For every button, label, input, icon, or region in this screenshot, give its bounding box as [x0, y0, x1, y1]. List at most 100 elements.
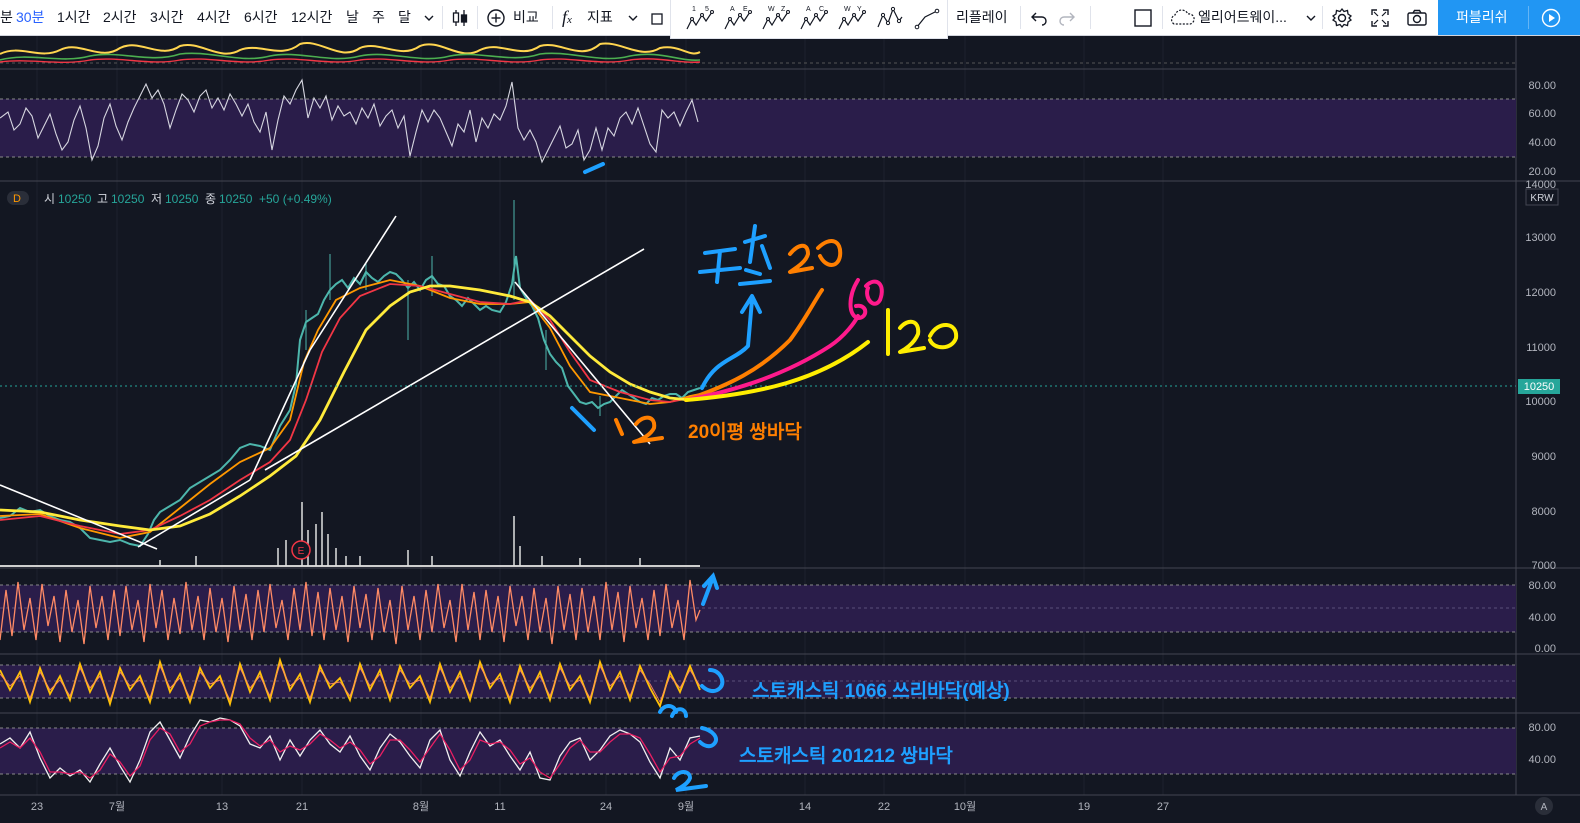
svg-text:24: 24: [600, 801, 612, 813]
svg-text:W: W: [844, 6, 851, 13]
svg-text:12000: 12000: [1525, 287, 1556, 299]
last-price-tag: 10250: [1518, 379, 1560, 394]
svg-text:A: A: [1541, 802, 1548, 813]
select-layout-checkbox-icon[interactable]: [1133, 0, 1153, 35]
svg-text:8월: 8월: [413, 800, 429, 813]
annotation-stoch-201212: 스토캐스틱 201212 쌍바닥: [739, 745, 953, 767]
svg-text:14: 14: [799, 801, 811, 813]
svg-text:E: E: [743, 6, 748, 13]
indicators-chevron-down-icon[interactable]: [628, 0, 638, 35]
interval-day[interactable]: 날: [346, 0, 359, 35]
interval-month[interactable]: 달: [398, 0, 411, 35]
play-circle-icon[interactable]: [1541, 8, 1561, 31]
candlestick-chart-type-icon[interactable]: [450, 0, 470, 35]
interval-week[interactable]: 주: [372, 0, 385, 35]
chart-area[interactable]: E 20이평 쌍바닥 D 시 10250 고 10250 저 10250 종 1…: [0, 36, 1580, 823]
svg-text:고: 고: [97, 192, 108, 206]
gear-icon[interactable]: [1331, 0, 1353, 35]
svg-text:+50 (+0.49%): +50 (+0.49%): [259, 192, 332, 206]
head-shoulders-pattern-icon[interactable]: [875, 3, 905, 33]
compare-button[interactable]: 비교: [513, 0, 539, 35]
svg-text:저: 저: [151, 192, 162, 206]
svg-text:7000: 7000: [1532, 560, 1556, 572]
camera-icon[interactable]: [1406, 0, 1428, 35]
layout-chevron-down-icon[interactable]: [1306, 0, 1316, 35]
svg-text:22: 22: [878, 801, 890, 813]
interval-minute[interactable]: 분: [0, 0, 13, 35]
svg-text:W: W: [768, 6, 775, 13]
indicators-fx-icon[interactable]: fx: [562, 0, 572, 35]
svg-text:11: 11: [494, 801, 505, 813]
svg-text:8000: 8000: [1532, 506, 1556, 518]
undo-icon[interactable]: [1030, 0, 1048, 35]
svg-text:80.00: 80.00: [1528, 80, 1556, 92]
elliott-triple-combo-icon[interactable]: W Y: [837, 3, 867, 33]
elliott-triangle-wave-icon[interactable]: W Z: [761, 3, 791, 33]
svg-text:27: 27: [1157, 801, 1169, 813]
svg-text:E: E: [298, 546, 305, 557]
svg-text:40.00: 40.00: [1528, 137, 1556, 149]
publish-label: 퍼블리쉬: [1456, 9, 1508, 25]
redo-icon[interactable]: [1058, 0, 1076, 35]
svg-text:C: C: [819, 6, 824, 13]
elliott-correction-wave-icon[interactable]: A E: [723, 3, 753, 33]
svg-text:11000: 11000: [1526, 342, 1556, 354]
interval-3h[interactable]: 3시간: [150, 0, 184, 35]
svg-text:9000: 9000: [1532, 451, 1556, 463]
interval-1h[interactable]: 1시간: [57, 0, 91, 35]
svg-text:5: 5: [705, 6, 709, 13]
drawing-toolbar: 1 5 A E W Z A C W Y: [670, 0, 948, 39]
svg-text:10250: 10250: [111, 192, 145, 206]
svg-text:13: 13: [216, 801, 228, 813]
svg-text:0.00: 0.00: [1535, 643, 1556, 655]
svg-text:60.00: 60.00: [1528, 108, 1556, 120]
svg-text:1: 1: [692, 6, 696, 13]
svg-text:Z: Z: [781, 6, 786, 13]
interval-dropdown-chevron-icon[interactable]: [424, 0, 434, 35]
svg-text:10월: 10월: [954, 800, 976, 813]
auto-scale-button[interactable]: A: [1535, 797, 1553, 815]
svg-text:10000: 10000: [1525, 396, 1556, 408]
indicators-button[interactable]: 지표: [587, 0, 613, 35]
svg-text:Y: Y: [857, 6, 862, 13]
svg-text:40.00: 40.00: [1528, 612, 1556, 624]
svg-text:80.00: 80.00: [1528, 580, 1556, 592]
svg-text:19: 19: [1078, 801, 1090, 813]
interval-6h[interactable]: 6시간: [244, 0, 278, 35]
svg-text:시: 시: [44, 192, 55, 206]
annotation-stoch-1066: 스토캐스틱 1066 쓰리바닥(예상): [752, 680, 1010, 702]
templates-icon[interactable]: [651, 0, 665, 35]
svg-text:7월: 7월: [109, 800, 125, 813]
trend-path-icon[interactable]: [913, 3, 943, 33]
svg-text:10250: 10250: [165, 192, 199, 206]
svg-text:13000: 13000: [1525, 232, 1556, 244]
interval-12h[interactable]: 12시간: [291, 0, 332, 35]
svg-text:21: 21: [296, 801, 308, 813]
interval-4h[interactable]: 4시간: [197, 0, 231, 35]
svg-text:10250: 10250: [219, 192, 253, 206]
svg-text:10250: 10250: [1524, 381, 1555, 393]
cloud-icon[interactable]: [1168, 0, 1196, 35]
svg-text:A: A: [806, 6, 811, 13]
earnings-marker[interactable]: E: [291, 540, 311, 560]
layout-name[interactable]: 엘리어트웨이...: [1198, 0, 1287, 35]
interval-2h[interactable]: 2시간: [103, 0, 137, 35]
svg-text:KRW: KRW: [1530, 193, 1554, 204]
interval-30m[interactable]: 30분: [16, 0, 44, 35]
publish-button[interactable]: 퍼블리쉬: [1438, 0, 1580, 35]
svg-text:23: 23: [31, 801, 43, 813]
elliott-double-combo-icon[interactable]: A C: [799, 3, 829, 33]
currency-label: KRW: [1525, 188, 1559, 206]
svg-text:A: A: [730, 6, 735, 13]
svg-text:9월: 9월: [678, 800, 694, 813]
svg-text:종: 종: [205, 192, 216, 206]
fullscreen-icon[interactable]: [1370, 0, 1390, 35]
svg-text:10250: 10250: [58, 192, 92, 206]
compare-plus-icon[interactable]: [486, 0, 506, 35]
svg-text:40.00: 40.00: [1528, 754, 1556, 766]
replay-button[interactable]: 리플레이: [956, 0, 1008, 35]
elliott-impulse-wave-icon[interactable]: 1 5: [685, 3, 715, 33]
interval-badge: D: [13, 193, 21, 205]
svg-text:20.00: 20.00: [1528, 166, 1556, 178]
svg-text:80.00: 80.00: [1528, 722, 1556, 734]
